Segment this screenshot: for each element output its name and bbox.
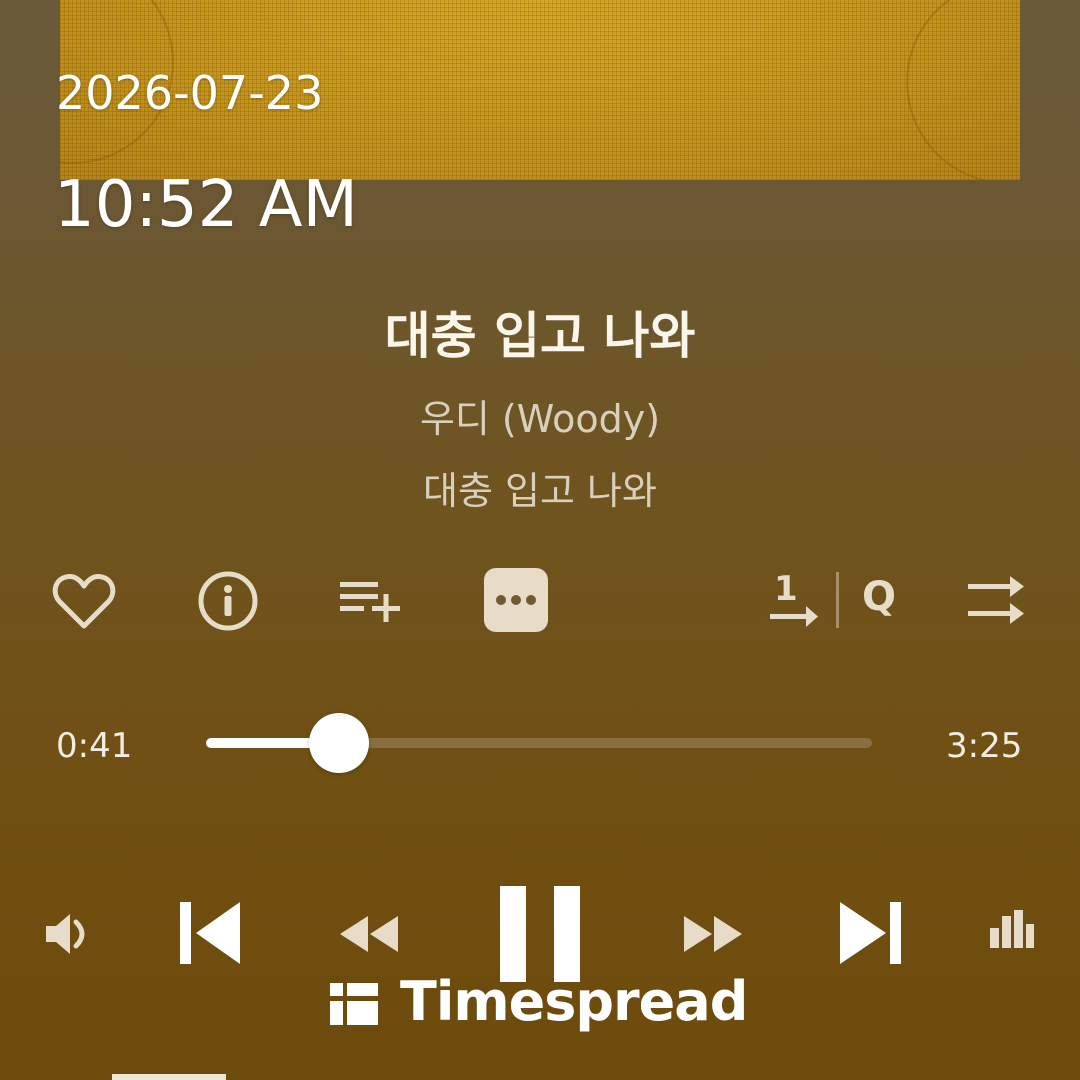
- track-artist[interactable]: 우디 (Woody): [0, 388, 1080, 443]
- info-circle-icon[interactable]: [197, 570, 259, 632]
- more-dots-icon[interactable]: [484, 568, 548, 632]
- timespread-logo-icon: [330, 977, 378, 1027]
- total-time: 3:25: [946, 726, 1023, 766]
- watermark: Timespread: [330, 970, 748, 1033]
- watermark-text: Timespread: [400, 970, 748, 1033]
- pause-icon[interactable]: [498, 884, 582, 982]
- heart-outline-icon[interactable]: [52, 572, 116, 630]
- track-album[interactable]: 대충 입고 나와: [0, 460, 1080, 515]
- fast-forward-icon[interactable]: [682, 914, 744, 954]
- track-title: 대충 입고 나와: [384, 307, 696, 365]
- elapsed-time: 0:41: [56, 726, 133, 766]
- volume-icon[interactable]: [44, 912, 94, 956]
- svg-text:1: 1: [774, 570, 798, 609]
- skip-previous-icon[interactable]: [178, 900, 244, 966]
- date-overlay: 2026-07-23: [56, 66, 324, 120]
- home-indicator: [112, 1074, 226, 1080]
- album-art-texture: [906, 0, 1020, 180]
- shuffle-icon[interactable]: [966, 574, 1026, 626]
- seek-thumb[interactable]: [309, 713, 370, 773]
- playlist-add-icon[interactable]: [340, 578, 404, 626]
- quality-label: Q: [862, 574, 897, 620]
- rewind-icon[interactable]: [338, 914, 400, 954]
- quality-button[interactable]: Q: [862, 574, 896, 620]
- divider: [836, 572, 839, 628]
- repeat-one-icon[interactable]: 1: [766, 570, 824, 628]
- equalizer-icon[interactable]: [990, 910, 1034, 950]
- skip-next-icon[interactable]: [838, 900, 904, 966]
- time-overlay: 10:52 AM: [54, 168, 358, 242]
